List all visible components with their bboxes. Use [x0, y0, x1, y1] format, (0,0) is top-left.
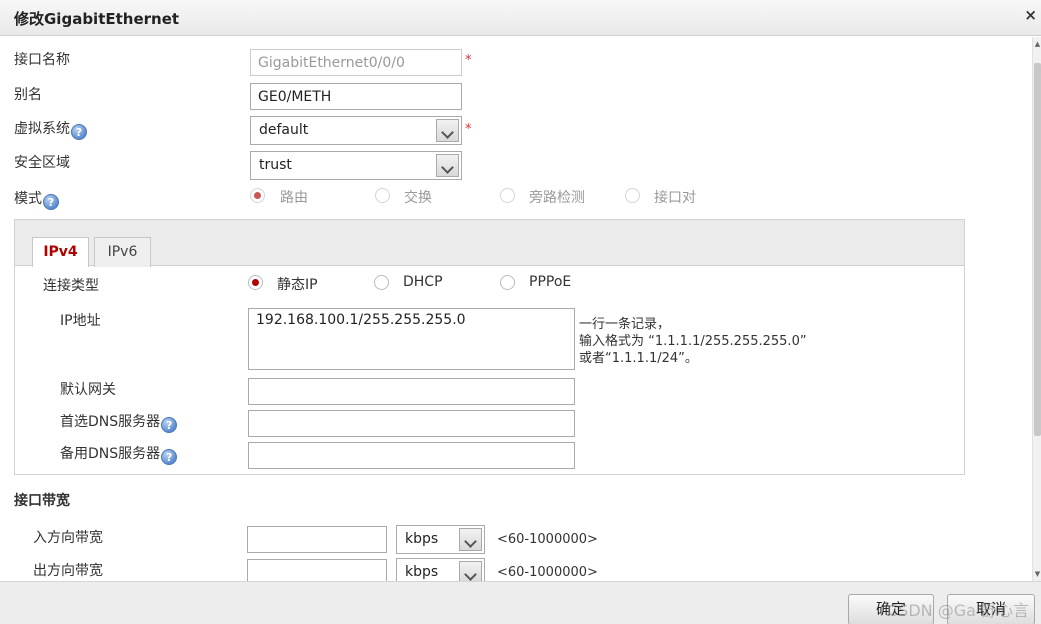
conn-radio-dhcp[interactable] [374, 275, 389, 290]
ip-config-panel: IPv4 IPv6 连接类型 静态IP DHCP PPPoE IP地址 192.… [14, 219, 965, 475]
interface-name-label: 接口名称 [14, 52, 70, 68]
dns2-label: 备用DNS服务器? [60, 443, 178, 465]
dialog-titlebar: 修改GigabitEthernet × [0, 0, 1041, 36]
mode-label: 模式? [14, 188, 59, 210]
chevron-down-icon[interactable] [459, 561, 482, 581]
outbound-unit-value: kbps [405, 564, 439, 580]
mode-option-label: 旁路检测 [529, 190, 585, 206]
help-icon[interactable]: ? [71, 124, 87, 140]
vertical-scrollbar[interactable]: ▲ ▼ [1032, 37, 1041, 581]
inbound-field[interactable] [247, 526, 387, 553]
conn-radio-static[interactable] [248, 275, 263, 290]
scroll-up-icon[interactable]: ▲ [1033, 39, 1041, 49]
inbound-label: 入方向带宽 [33, 530, 103, 546]
alias-field[interactable]: GE0/METH [250, 83, 462, 110]
close-icon[interactable]: × [1024, 6, 1037, 24]
dns2-field[interactable] [248, 442, 575, 469]
zone-select[interactable]: trust [250, 151, 462, 180]
alias-label: 别名 [14, 87, 42, 103]
mode-option-label: 交换 [404, 190, 432, 206]
chevron-down-icon[interactable] [436, 154, 459, 177]
scroll-down-icon[interactable]: ▼ [1033, 569, 1041, 579]
conn-type-label: 连接类型 [43, 278, 99, 294]
inbound-unit-value: kbps [405, 531, 439, 547]
required-mark: * [465, 122, 472, 137]
watermark: CSDN @Ga 舒心言 [887, 601, 1029, 620]
vsys-selected-value: default [259, 122, 309, 138]
bandwidth-section-title: 接口带宽 [14, 493, 70, 509]
outbound-range: <60-1000000> [497, 565, 598, 580]
help-icon[interactable]: ? [161, 417, 178, 433]
dns1-field[interactable] [248, 410, 575, 437]
conn-option-label: DHCP [403, 274, 443, 290]
help-icon[interactable]: ? [161, 449, 178, 465]
mode-option-label: 接口对 [654, 190, 696, 206]
ip-hint-line: 或者“1.1.1.1/24”。 [579, 351, 698, 366]
mode-radio-route [250, 188, 265, 203]
dialog-footer: 确定 取消 CSDN @Ga 舒心言 [0, 581, 1041, 624]
chevron-down-icon[interactable] [436, 119, 459, 142]
interface-name-field: GigabitEthernet0/0/0 [250, 49, 462, 76]
gateway-field[interactable] [248, 378, 575, 405]
tab-ipv6[interactable]: IPv6 [94, 237, 151, 267]
scrollbar-thumb[interactable] [1034, 63, 1041, 436]
mode-radio-bypass [500, 188, 515, 203]
mode-label-text: 模式 [14, 191, 42, 207]
vsys-label-text: 虚拟系统 [14, 121, 70, 137]
mode-radio-pair [625, 188, 640, 203]
mode-option-label: 路由 [280, 190, 308, 206]
vsys-select[interactable]: default [250, 116, 462, 145]
conn-option-label: 静态IP [277, 277, 318, 293]
vsys-label: 虚拟系统? [14, 118, 87, 140]
conn-option-label: PPPoE [529, 274, 572, 290]
conn-radio-pppoe[interactable] [500, 275, 515, 290]
outbound-field[interactable] [247, 559, 387, 581]
outbound-unit-select[interactable]: kbps [396, 558, 485, 581]
tab-strip: IPv4 IPv6 [15, 220, 964, 267]
zone-label: 安全区域 [14, 155, 70, 171]
dns1-label: 首选DNS服务器? [60, 411, 178, 433]
tab-ipv4[interactable]: IPv4 [32, 237, 89, 267]
required-mark: * [465, 53, 472, 68]
outbound-label: 出方向带宽 [33, 563, 103, 579]
chevron-down-icon[interactable] [459, 528, 482, 551]
ip-hint-line: 一行一条记录， [579, 317, 671, 332]
mode-radio-switch [375, 188, 390, 203]
dialog-title: 修改GigabitEthernet [14, 10, 180, 28]
inbound-range: <60-1000000> [497, 532, 598, 547]
zone-selected-value: trust [259, 157, 292, 173]
dns2-label-text: 备用DNS服务器 [60, 446, 161, 462]
inbound-unit-select[interactable]: kbps [396, 525, 485, 554]
dialog-content: 接口名称 GigabitEthernet0/0/0 * 别名 GE0/METH … [0, 37, 1032, 581]
ip-address-textarea[interactable]: 192.168.100.1/255.255.255.0 [248, 308, 575, 370]
ip-hint: 一行一条记录， 输入格式为 “1.1.1.1/255.255.255.0” 或者… [579, 316, 807, 367]
gateway-label: 默认网关 [60, 382, 116, 398]
ip-hint-line: 输入格式为 “1.1.1.1/255.255.255.0” [579, 334, 807, 349]
help-icon[interactable]: ? [43, 194, 59, 210]
ip-address-label: IP地址 [60, 313, 101, 329]
dns1-label-text: 首选DNS服务器 [60, 414, 161, 430]
